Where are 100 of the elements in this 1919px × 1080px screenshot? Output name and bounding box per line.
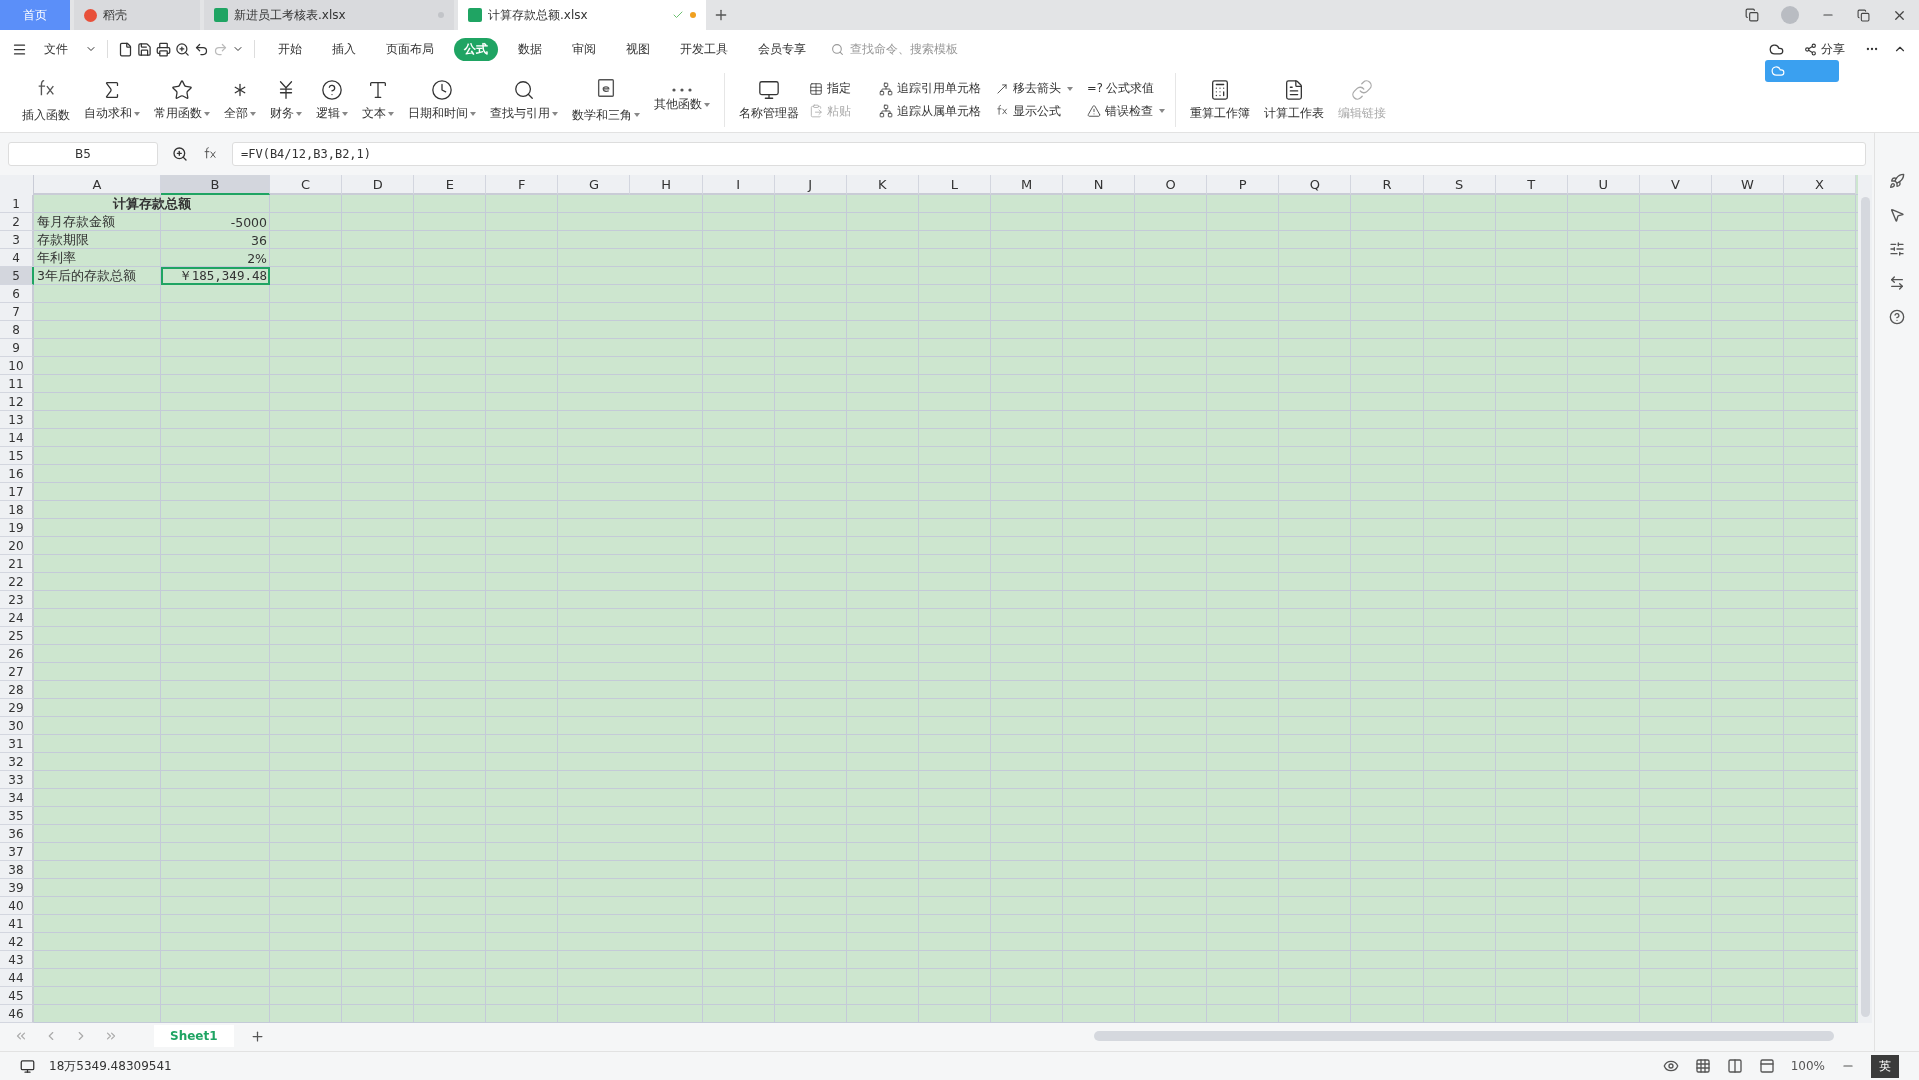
document-tab[interactable]: 新进员工考核表.xlsx [204, 0, 454, 30]
row-header[interactable]: 40 [0, 897, 34, 915]
preview-icon[interactable] [175, 41, 190, 57]
row-header[interactable]: 19 [0, 519, 34, 537]
row-header[interactable]: 33 [0, 771, 34, 789]
ribbon-button[interactable]: 追踪从属单元格 [877, 103, 983, 120]
caret-icon[interactable] [1067, 86, 1073, 91]
sliders-icon[interactable] [1889, 241, 1905, 257]
column-header[interactable]: E [414, 175, 487, 195]
function-button[interactable]: 插入函数 [16, 75, 76, 125]
ime-indicator[interactable]: 英 [1871, 1054, 1899, 1078]
function-button[interactable]: 文本 [356, 77, 400, 123]
layout-view-icon[interactable] [1758, 1058, 1775, 1074]
macro-icon[interactable] [20, 1058, 35, 1074]
row-header[interactable]: 10 [0, 357, 34, 375]
menu-icon[interactable] [12, 41, 27, 57]
printer-icon[interactable] [156, 41, 171, 57]
caret-icon[interactable] [342, 111, 348, 116]
save-icon[interactable] [137, 41, 152, 57]
row-header[interactable]: 32 [0, 753, 34, 771]
formula-field[interactable]: =FV(B4/12,B3,B2,1) [232, 142, 1866, 166]
last-sheet-icon[interactable] [104, 1029, 118, 1043]
function-button[interactable]: 查找与引用 [484, 77, 564, 123]
function-button[interactable]: 其他函数 [648, 86, 716, 114]
row-header[interactable]: 30 [0, 717, 34, 735]
ribbon-tab[interactable]: 视图 [616, 37, 660, 61]
row-header[interactable]: 34 [0, 789, 34, 807]
ribbon-tab[interactable]: 开始 [268, 37, 312, 61]
zoom-level[interactable]: 100% [1790, 1059, 1825, 1073]
ribbon-button[interactable]: 指定 [807, 80, 867, 97]
row-header[interactable]: 7 [0, 303, 34, 321]
row-header[interactable]: 28 [0, 681, 34, 699]
page-view-icon[interactable] [1726, 1058, 1743, 1074]
file-menu[interactable]: 文件 [34, 37, 78, 61]
cloud-icon[interactable] [1769, 41, 1784, 57]
column-header[interactable]: M [990, 175, 1064, 195]
function-button[interactable]: 自动求和 [78, 77, 146, 123]
row-header[interactable]: 35 [0, 807, 34, 825]
row-header[interactable]: 4 [0, 249, 34, 267]
row-header[interactable]: 36 [0, 825, 34, 843]
row-header[interactable]: 8 [0, 321, 34, 339]
column-header[interactable]: D [342, 175, 415, 195]
row-header[interactable]: 24 [0, 609, 34, 627]
share-button[interactable]: 分享 [1798, 39, 1851, 59]
zoom-icon[interactable] [172, 146, 188, 162]
function-button[interactable]: 常用函数 [148, 77, 216, 123]
name-manager-button[interactable]: 名称管理器 [733, 77, 805, 123]
function-button[interactable]: 日期和时间 [402, 77, 482, 123]
row-header[interactable]: 42 [0, 933, 34, 951]
row-header[interactable]: 45 [0, 987, 34, 1005]
first-sheet-icon[interactable] [14, 1029, 28, 1043]
restore-icon[interactable] [1857, 8, 1870, 22]
row-header[interactable]: 23 [0, 591, 34, 609]
calculate-button[interactable]: 重算工作簿 [1184, 77, 1256, 123]
column-header[interactable]: V [1639, 175, 1712, 195]
row-header[interactable]: 17 [0, 483, 34, 501]
row-header[interactable]: 11 [0, 375, 34, 393]
column-header[interactable]: A [34, 175, 161, 195]
function-button[interactable]: 全部 [218, 77, 262, 123]
ribbon-tab[interactable]: 页面布局 [376, 37, 444, 61]
row-header[interactable]: 26 [0, 645, 34, 663]
column-header[interactable]: W [1711, 175, 1784, 195]
function-button[interactable]: 逻辑 [310, 77, 354, 123]
column-header[interactable]: B [161, 175, 270, 195]
rocket-icon[interactable] [1889, 173, 1905, 189]
row-header[interactable]: 37 [0, 843, 34, 861]
ribbon-button[interactable]: 移去箭头 [993, 80, 1075, 97]
row-header[interactable]: 38 [0, 861, 34, 879]
row-header[interactable]: 20 [0, 537, 34, 555]
row-header[interactable]: 5 [0, 267, 34, 285]
row-header[interactable]: 2 [0, 213, 34, 231]
name-box[interactable]: B5 [8, 142, 158, 166]
row-header[interactable]: 9 [0, 339, 34, 357]
row-header[interactable]: 15 [0, 447, 34, 465]
caret-icon[interactable] [470, 111, 476, 116]
ribbon-tab[interactable]: 会员专享 [748, 37, 816, 61]
column-header[interactable]: S [1423, 175, 1496, 195]
undo-icon[interactable] [194, 41, 209, 57]
column-header[interactable]: N [1063, 175, 1136, 195]
row-header[interactable]: 18 [0, 501, 34, 519]
caret-icon[interactable] [634, 113, 640, 118]
row-header[interactable]: 44 [0, 969, 34, 987]
document-tab[interactable]: 计算存款总额.xlsx [458, 0, 706, 30]
column-header[interactable]: R [1351, 175, 1424, 195]
caret-icon[interactable] [704, 102, 710, 107]
caret-icon[interactable] [388, 111, 394, 116]
help-icon[interactable] [1889, 309, 1905, 325]
column-header[interactable]: H [630, 175, 703, 195]
column-header[interactable]: P [1207, 175, 1280, 195]
column-header[interactable]: U [1567, 175, 1640, 195]
column-header[interactable]: K [846, 175, 919, 195]
row-header[interactable]: 41 [0, 915, 34, 933]
column-header[interactable]: O [1135, 175, 1208, 195]
column-header[interactable]: Q [1279, 175, 1352, 195]
row-header[interactable]: 12 [0, 393, 34, 411]
row-header[interactable]: 16 [0, 465, 34, 483]
row-header[interactable]: 1 [0, 195, 34, 213]
ribbon-tab[interactable]: 审阅 [562, 37, 606, 61]
row-header[interactable]: 25 [0, 627, 34, 645]
ribbon-button[interactable]: 追踪引用单元格 [877, 80, 983, 97]
